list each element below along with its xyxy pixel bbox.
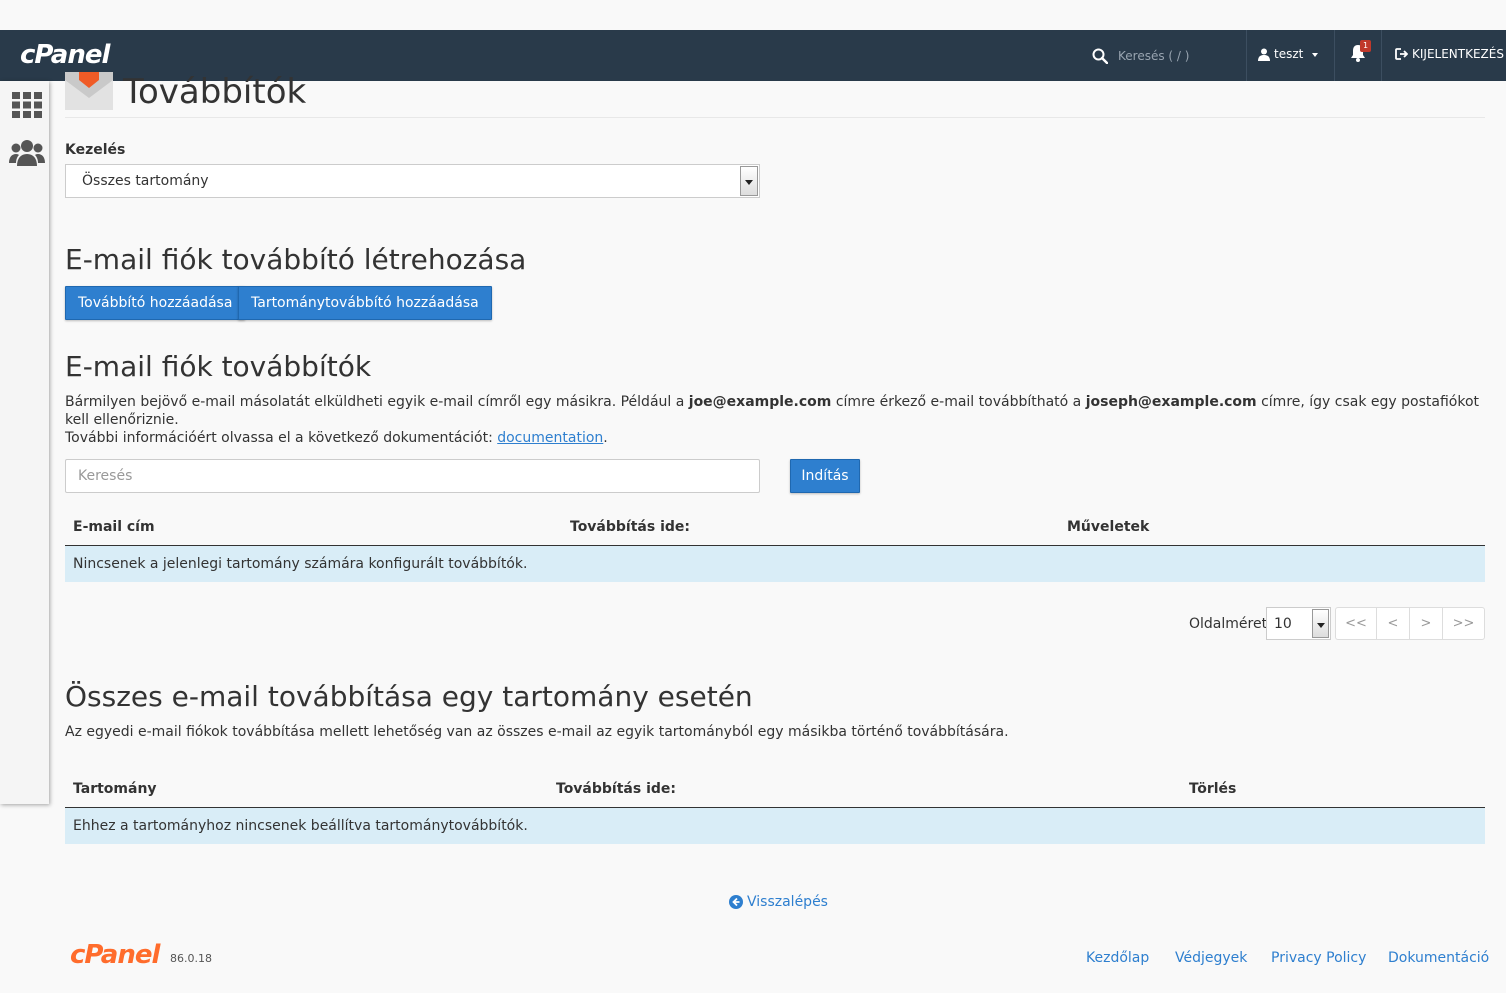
users-group-icon[interactable] <box>9 139 45 167</box>
page-size-label: Oldalméret <box>1189 616 1268 632</box>
cpanel-logo[interactable]: cPanel <box>20 40 110 70</box>
domain-select-value: Összes tartomány <box>82 173 209 189</box>
logout-icon <box>1395 48 1408 60</box>
column-header-email[interactable]: E-mail cím <box>73 519 155 535</box>
back-link[interactable]: Visszalépés <box>729 894 828 910</box>
create-forwarder-heading: E-mail fiók továbbító létrehozása <box>65 243 527 276</box>
logout-label: KIJELENTKEZÉS <box>1412 47 1504 61</box>
footer-version: 86.0.18 <box>170 952 212 965</box>
sidebar <box>0 81 49 804</box>
page-size-value: 10 <box>1274 616 1292 632</box>
notifications[interactable]: 1 <box>1350 40 1372 66</box>
back-link-label: Visszalépés <box>747 894 828 910</box>
footer-link-home[interactable]: Kezdőlap <box>1086 950 1149 966</box>
domain-select[interactable]: Összes tartomány <box>65 164 760 198</box>
desc-text: További információért olvassa el a követ… <box>65 430 498 446</box>
page-size-select[interactable]: 10 <box>1266 607 1331 640</box>
footer-cpanel-logo[interactable]: cPanel <box>70 940 160 970</box>
column-header-domain-forward-to[interactable]: Továbbítás ide: <box>556 781 676 797</box>
desc-text: Bármilyen bejövő e-mail másolatát elküld… <box>65 394 689 410</box>
forwarders-description: Bármilyen bejövő e-mail másolatát elküld… <box>65 394 1480 446</box>
pager-first[interactable]: << <box>1336 608 1377 639</box>
desc-example-email: joseph@example.com <box>1085 394 1257 410</box>
domain-forwarders-empty-row: Ehhez a tartományhoz nincsenek beállítva… <box>65 808 1485 844</box>
select-arrow-icon <box>1312 609 1329 638</box>
domain-forwarders-heading: Összes e-mail továbbítása egy tartomány … <box>65 680 753 713</box>
caret-down-icon <box>1312 53 1319 57</box>
select-arrow-icon <box>740 166 758 196</box>
browser-top-strip <box>0 0 1506 30</box>
pager-last[interactable]: >> <box>1443 608 1484 639</box>
add-forwarder-button[interactable]: Továbbító hozzáadása <box>65 286 246 320</box>
forwarder-email-icon <box>65 72 113 110</box>
desc-example-email: joe@example.com <box>688 394 832 410</box>
pager-prev[interactable]: < <box>1377 608 1410 639</box>
column-header-domain[interactable]: Tartomány <box>73 781 157 797</box>
page-header: Továbbítók <box>65 72 1485 118</box>
grid-apps-icon[interactable] <box>12 92 42 118</box>
footer-link-trademarks[interactable]: Védjegyek <box>1175 950 1247 966</box>
documentation-link[interactable]: documentation <box>497 430 603 446</box>
pagination: << < > >> <box>1335 607 1485 640</box>
navbar-search-input[interactable] <box>1118 49 1238 63</box>
domain-forwarders-description: Az egyedi e-mail fiókok továbbítása mell… <box>65 724 1009 740</box>
search-icon <box>1092 48 1108 64</box>
column-header-forward-to[interactable]: Továbbítás ide: <box>570 519 690 535</box>
logout-button[interactable]: KIJELENTKEZÉS <box>1395 47 1504 61</box>
forwarders-empty-row: Nincsenek a jelenlegi tartomány számára … <box>65 546 1485 582</box>
desc-text: címre érkező e-mail továbbítható a <box>831 394 1086 410</box>
forwarders-heading: E-mail fiók továbbítók <box>65 350 372 383</box>
footer-link-privacy[interactable]: Privacy Policy <box>1271 950 1366 966</box>
pager-next[interactable]: > <box>1410 608 1443 639</box>
manage-label: Kezelés <box>65 142 126 158</box>
page-title: Továbbítók <box>123 72 307 112</box>
navbar-search <box>1092 46 1238 66</box>
user-name: teszt <box>1274 47 1304 61</box>
column-header-delete: Törlés <box>1189 781 1237 797</box>
user-icon <box>1258 48 1270 61</box>
arrow-left-circle-icon <box>729 895 743 909</box>
user-menu[interactable]: teszt <box>1258 47 1321 61</box>
search-go-button[interactable]: Indítás <box>790 459 860 493</box>
notification-badge: 1 <box>1360 40 1372 52</box>
add-domain-forwarder-button[interactable]: Tartománytovábbító hozzáadása <box>238 286 492 320</box>
forwarder-search-input[interactable] <box>65 459 760 493</box>
column-header-actions: Műveletek <box>1067 519 1150 535</box>
footer-link-documentation[interactable]: Dokumentáció <box>1388 950 1489 966</box>
